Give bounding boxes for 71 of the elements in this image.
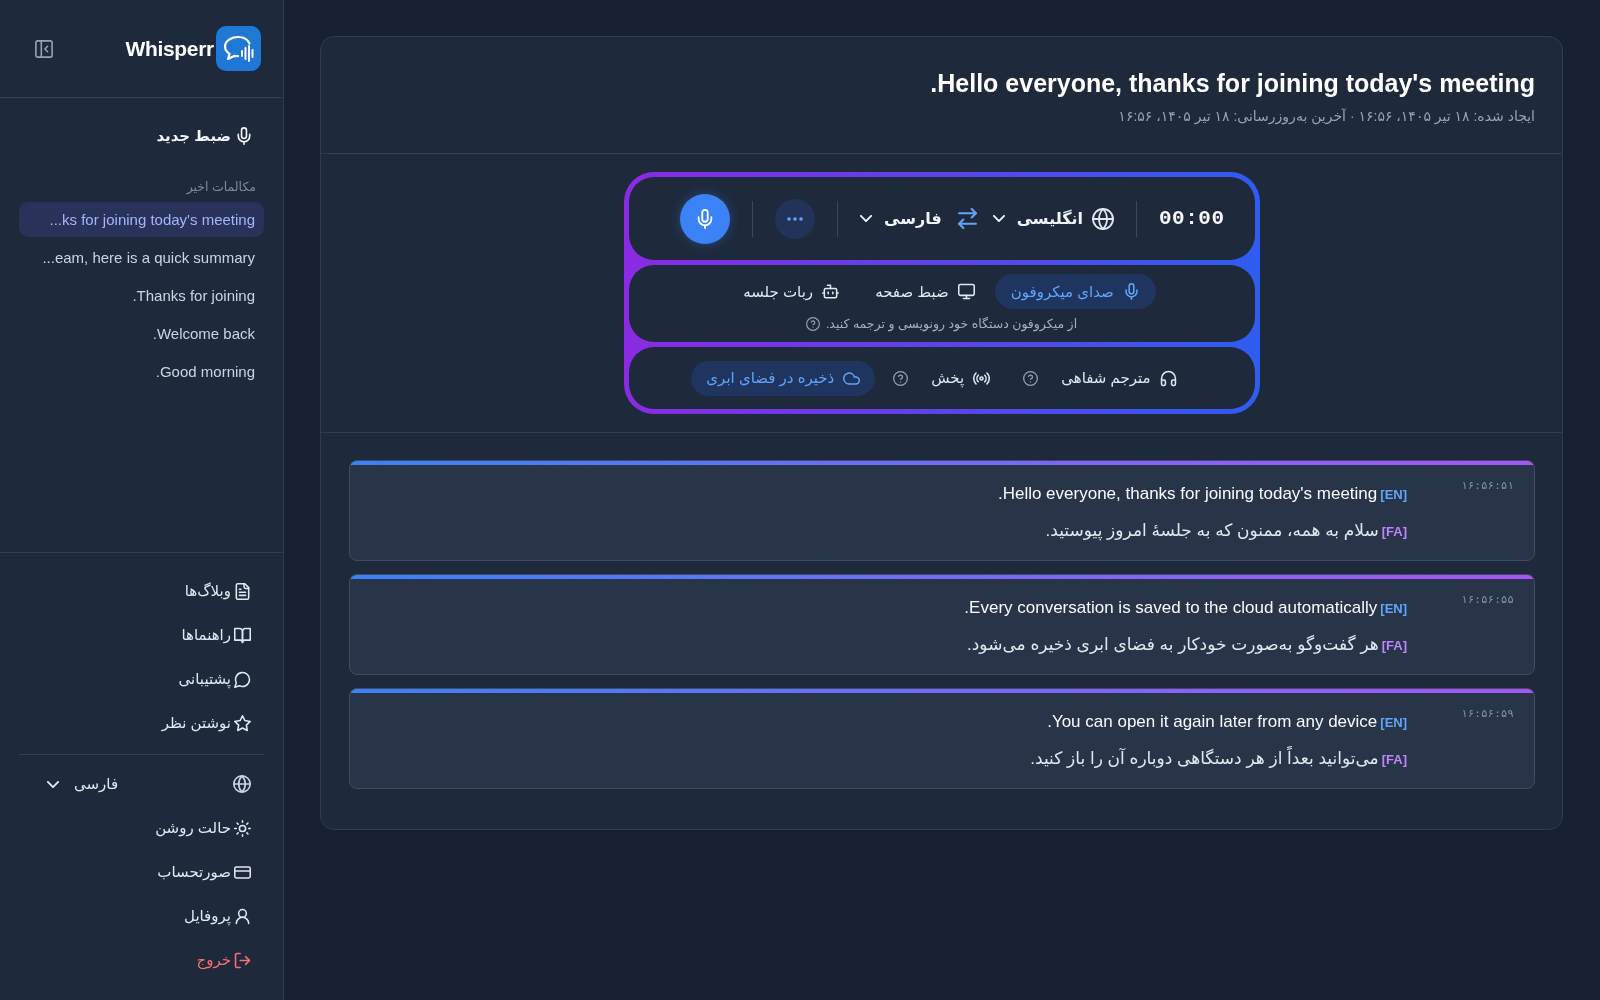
brand-name: Whisperr bbox=[125, 35, 214, 62]
document-icon bbox=[234, 582, 251, 600]
language-tag: [EN] bbox=[1380, 596, 1407, 622]
timestamp: ۱۶:۵۶:۵۱ bbox=[1461, 478, 1514, 494]
language-tag: [EN] bbox=[1380, 482, 1407, 508]
mode-toggle[interactable]: مترجم شفاهی bbox=[1046, 360, 1192, 396]
sidebar-link[interactable]: خروج bbox=[0, 938, 283, 982]
mode-toggle[interactable]: پخش bbox=[916, 360, 1006, 396]
meeting-meta: ایجاد شده: ۱۸ تیر ۱۴۰۵، ۱۶:۵۶ · آخرین به‌روزرسانی: ۱۸ تیر ۱۴۰۵، ۱۶:۵۶ bbox=[1117, 107, 1535, 126]
language-tag: [FA] bbox=[1381, 633, 1407, 659]
monitor-icon bbox=[957, 283, 975, 300]
sidebar-link[interactable]: راهنماها bbox=[0, 613, 283, 657]
timestamp: ۱۶:۵۶:۵۵ bbox=[1461, 592, 1514, 608]
globe-icon bbox=[1092, 207, 1114, 230]
target-language-select[interactable]: فارسی bbox=[860, 202, 942, 235]
chevron-down-icon bbox=[860, 215, 873, 222]
sun-icon bbox=[234, 819, 251, 837]
mic-icon bbox=[1122, 283, 1140, 300]
chat-bubble-logo-icon bbox=[216, 26, 261, 71]
conversation-item[interactable]: .Thanks for joining bbox=[19, 278, 264, 313]
transcript-text: هر گفت‌وگو به‌صورت خودکار به فضای ابری ذخیره می‌شود. bbox=[967, 634, 1379, 656]
sidebar-link[interactable]: پشتیبانی bbox=[0, 657, 283, 701]
sidebar-link[interactable]: نوشتن نظر bbox=[0, 701, 283, 745]
dots-icon bbox=[787, 216, 804, 221]
transcript-text: .You can open it again later from any device bbox=[1047, 711, 1378, 733]
help-icon[interactable] bbox=[805, 317, 820, 331]
transcript-text: .Hello everyone, thanks for joining today's meeting bbox=[997, 483, 1378, 505]
mic-icon bbox=[235, 127, 253, 145]
swap-arrows-icon[interactable] bbox=[957, 208, 977, 229]
robot-icon bbox=[822, 283, 840, 300]
chevron-down-icon bbox=[992, 215, 1005, 222]
conversation-item[interactable]: .Good morning bbox=[19, 354, 264, 389]
source-option[interactable]: ضبط صفحه bbox=[859, 274, 991, 309]
chevron-down-icon bbox=[47, 780, 59, 788]
sidebar-link[interactable]: صورتحساب bbox=[0, 850, 283, 894]
headphones-icon bbox=[1159, 369, 1177, 387]
conversation-item[interactable]: .Welcome back bbox=[19, 316, 264, 351]
sidebar-toggle-icon[interactable] bbox=[35, 39, 53, 58]
conversation-item[interactable]: ...ks for joining today's meeting bbox=[19, 202, 264, 237]
transcript-text: .Every conversation is saved to the cloud automatically bbox=[964, 597, 1378, 619]
transcript-text: سلام به همه، ممنون که به جلسهٔ امروز پیوستید. bbox=[1045, 520, 1379, 543]
source-option[interactable]: صدای میکروفون bbox=[994, 274, 1156, 309]
book-icon bbox=[234, 626, 251, 644]
language-tag: [EN] bbox=[1380, 710, 1407, 736]
mode-toggle[interactable]: ذخیره در فضای ابری bbox=[691, 360, 876, 396]
source-language-select[interactable]: انگلیسی bbox=[992, 202, 1083, 235]
card-icon bbox=[234, 863, 251, 881]
section-heading: مکالمات اخیر bbox=[185, 179, 257, 195]
help-icon[interactable] bbox=[893, 370, 909, 386]
timer: 00:00 bbox=[1159, 207, 1225, 230]
globe-icon bbox=[233, 775, 251, 793]
sidebar-link[interactable]: پروفایل bbox=[0, 894, 283, 938]
source-option[interactable]: ربات جلسه bbox=[727, 274, 856, 309]
language-tag: [FA] bbox=[1381, 519, 1407, 545]
sidebar-link[interactable]: حالت روشن bbox=[0, 806, 283, 850]
hint-text: از میکروفون دستگاه خود رونویسی و ترجمه کنید. bbox=[825, 316, 1078, 332]
help-icon[interactable] bbox=[1023, 370, 1039, 386]
timestamp: ۱۶:۵۶:۵۹ bbox=[1461, 706, 1514, 722]
language-select[interactable]: فارسی bbox=[40, 769, 119, 799]
speech-bubble-icon bbox=[234, 670, 251, 688]
meeting-title: .Hello everyone, thanks for joining today's meeting bbox=[929, 68, 1535, 99]
language-tag: [FA] bbox=[1381, 747, 1407, 773]
conversation-item[interactable]: ...eam, here is a quick summary bbox=[19, 240, 264, 275]
sidebar-link[interactable]: وبلاگ‌ها bbox=[0, 569, 283, 613]
person-icon bbox=[234, 907, 251, 925]
star-icon bbox=[234, 714, 251, 732]
transcript-text: می‌توانید بعداً از هر دستگاهی دوباره آن را باز کنید. bbox=[1030, 746, 1379, 772]
record-button[interactable] bbox=[680, 193, 731, 244]
broadcast-icon bbox=[973, 369, 991, 387]
cloud-icon bbox=[843, 369, 861, 387]
new-recording-button[interactable]: ضبط جدید bbox=[19, 120, 264, 152]
